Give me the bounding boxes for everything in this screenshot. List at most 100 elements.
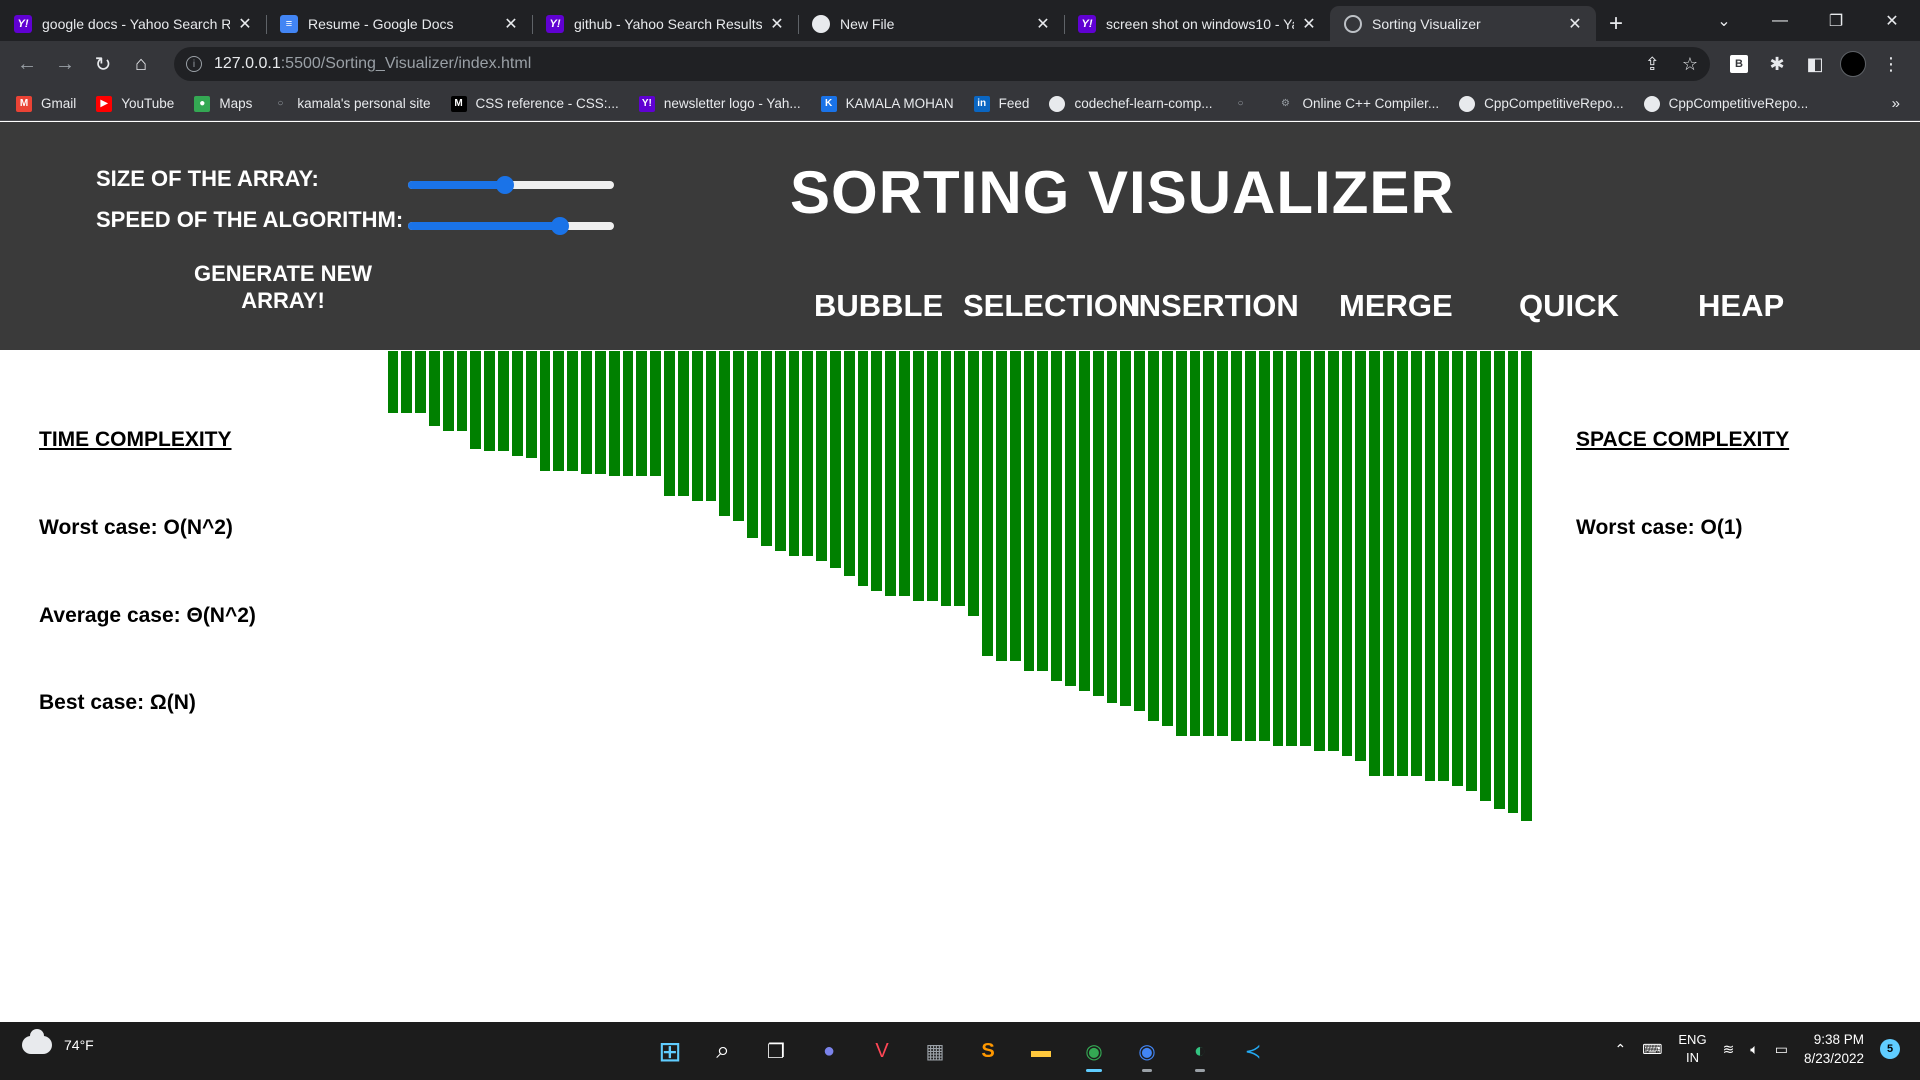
tab-close-icon[interactable]: ✕	[1300, 14, 1318, 34]
browser-tab[interactable]: Sorting Visualizer ✕	[1330, 6, 1596, 41]
algo-insertion-button[interactable]: INSERTION	[1130, 288, 1299, 324]
browser-tab[interactable]: ≡ Resume - Google Docs ✕	[266, 6, 532, 41]
valorant-icon[interactable]: V	[862, 1031, 902, 1071]
close-window-icon[interactable]: ✕	[1864, 0, 1920, 41]
back-arrow-icon[interactable]: ←	[8, 45, 46, 83]
browser-menu-icon[interactable]: ⋮	[1876, 49, 1906, 79]
array-bar	[719, 351, 731, 516]
keyboard-icon[interactable]: ⌨	[1642, 1041, 1662, 1058]
extensions-puzzle-icon[interactable]: ✱	[1762, 49, 1792, 79]
algo-bubble-button[interactable]: BUBBLE	[814, 288, 943, 324]
vscode-icon[interactable]: ≺	[1233, 1031, 1273, 1071]
task-view-icon[interactable]: ❐	[756, 1031, 796, 1071]
maps-icon: ●	[194, 95, 211, 112]
array-size-slider-thumb[interactable]	[495, 176, 514, 194]
weather-temperature: 74°F	[64, 1037, 94, 1053]
forward-arrow-icon[interactable]: →	[46, 45, 84, 83]
bookmark-label: YouTube	[121, 96, 175, 111]
array-bar	[1023, 351, 1035, 671]
linkedin-icon: in	[973, 95, 990, 112]
reload-icon[interactable]: ↻	[84, 45, 122, 83]
array-bar	[1410, 351, 1422, 776]
bookmark-item[interactable]: M CSS reference - CSS:...	[450, 95, 619, 112]
bookmark-item[interactable]: ○ kamala's personal site	[272, 96, 430, 112]
browser-tab[interactable]: Y! screen shot on windows10 - Ya ✕	[1064, 6, 1330, 41]
bookmark-item[interactable]: CppCompetitiveRepo...	[1459, 95, 1624, 112]
browser-tab[interactable]: New File ✕	[798, 6, 1064, 41]
bookmarks-bar: M Gmail ▶ YouTube ● Maps ○ kamala's personal si…	[0, 87, 1920, 121]
array-size-slider[interactable]	[408, 176, 614, 194]
array-bar	[1424, 351, 1436, 781]
notification-badge[interactable]: 5	[1880, 1039, 1900, 1059]
array-bar	[1507, 351, 1519, 813]
file-explorer-icon[interactable]: ▬	[1021, 1031, 1061, 1071]
weather-widget[interactable]: 74°F	[22, 1029, 94, 1054]
bookmarks-overflow-icon[interactable]: »	[1892, 95, 1900, 112]
bookmark-item[interactable]: codechef-learn-comp...	[1049, 95, 1213, 112]
chrome-icon[interactable]: ◉	[1074, 1031, 1114, 1072]
array-bar	[650, 351, 662, 476]
address-bar[interactable]: i 127.0.0.1:5500/Sorting_Visualizer/inde…	[174, 47, 1710, 81]
yahoo-icon: Y!	[546, 14, 564, 33]
array-bar	[1355, 351, 1367, 761]
array-size-slider-fill	[408, 181, 505, 189]
speed-slider[interactable]	[408, 217, 614, 235]
share-icon[interactable]: ⇪	[1645, 54, 1660, 75]
bookmark-item[interactable]: ● Maps	[194, 95, 252, 112]
battery-icon[interactable]: ▭	[1775, 1041, 1788, 1058]
tab-close-icon[interactable]: ✕	[502, 14, 520, 34]
new-tab-button[interactable]: +	[1596, 6, 1636, 41]
generate-array-button[interactable]: GENERATE NEW ARRAY!	[168, 260, 398, 314]
array-bar	[608, 351, 620, 476]
array-bar	[774, 351, 786, 551]
space-complexity-heading: SPACE COMPLEXITY	[1576, 428, 1790, 451]
yahoo-icon: Y!	[14, 14, 32, 33]
clock[interactable]: 9:38 PM 8/23/2022	[1804, 1030, 1864, 1068]
array-bar	[664, 351, 675, 496]
chrome-profile-icon[interactable]: ◉	[1127, 1031, 1167, 1072]
algo-quick-button[interactable]: QUICK	[1519, 288, 1619, 324]
profile-avatar[interactable]	[1838, 49, 1868, 79]
side-panel-icon[interactable]: ◧	[1800, 49, 1830, 79]
tray-chevron-icon[interactable]: ⌃	[1614, 1041, 1626, 1058]
algo-heap-button[interactable]: HEAP	[1698, 288, 1784, 324]
search-icon[interactable]: ⌕	[703, 1031, 743, 1071]
speed-slider-thumb[interactable]	[551, 217, 570, 235]
bookmark-item[interactable]: ▶ YouTube	[96, 95, 175, 112]
url-host: 127.0.0.1	[214, 55, 281, 72]
wifi-icon[interactable]: ≋	[1723, 1041, 1735, 1058]
bookmark-star-icon[interactable]: ☆	[1682, 54, 1698, 75]
language-indicator[interactable]: ENG IN	[1678, 1031, 1706, 1067]
volume-icon[interactable]: 🔈︎	[1750, 1041, 1758, 1058]
tab-search-icon[interactable]: ⌄	[1696, 0, 1752, 41]
algo-selection-button[interactable]: SELECTION	[963, 288, 1140, 324]
bookmark-item[interactable]: M Gmail	[16, 95, 76, 112]
tab-close-icon[interactable]: ✕	[1034, 14, 1052, 34]
bookmark-item[interactable]: ○	[1233, 96, 1258, 112]
taskbar: 74°F ⊞ ⌕ ❐ ● V ▦ S ▬ ◉ ◉ ◐ ≺ ⌃ ⌨ ENG IN …	[0, 1022, 1920, 1080]
extension-b-icon[interactable]: B	[1724, 49, 1754, 79]
tab-close-icon[interactable]: ✕	[1566, 14, 1584, 34]
bookmark-item[interactable]: ⚙ Online C++ Compiler...	[1278, 96, 1439, 112]
bookmark-item[interactable]: K KAMALA MOHAN	[820, 95, 954, 112]
github-icon	[812, 14, 830, 33]
browser-tab[interactable]: Y! github - Yahoo Search Results ✕	[532, 6, 798, 41]
browser-tab[interactable]: Y! google docs - Yahoo Search Re ✕	[0, 6, 266, 41]
minimize-icon[interactable]: —	[1752, 0, 1808, 41]
array-bar	[1396, 351, 1408, 776]
start-icon[interactable]: ⊞	[650, 1031, 690, 1071]
bookmark-item[interactable]: CppCompetitiveRepo...	[1643, 95, 1808, 112]
edge-icon[interactable]: ◐	[1180, 1031, 1220, 1072]
bookmark-item[interactable]: Y! newsletter logo - Yah...	[638, 95, 801, 112]
tab-close-icon[interactable]: ✕	[768, 14, 786, 34]
algo-merge-button[interactable]: MERGE	[1339, 288, 1453, 324]
restore-icon[interactable]: ❐	[1808, 0, 1864, 41]
home-icon[interactable]: ⌂	[122, 45, 160, 83]
yahoo-icon: Y!	[638, 95, 655, 112]
chat-icon[interactable]: ●	[809, 1031, 849, 1071]
tab-close-icon[interactable]: ✕	[236, 14, 254, 34]
site-info-icon[interactable]: i	[186, 56, 202, 72]
sublime-icon[interactable]: S	[968, 1031, 1008, 1071]
bookmark-item[interactable]: in Feed	[973, 95, 1029, 112]
calculator-icon[interactable]: ▦	[915, 1031, 955, 1071]
